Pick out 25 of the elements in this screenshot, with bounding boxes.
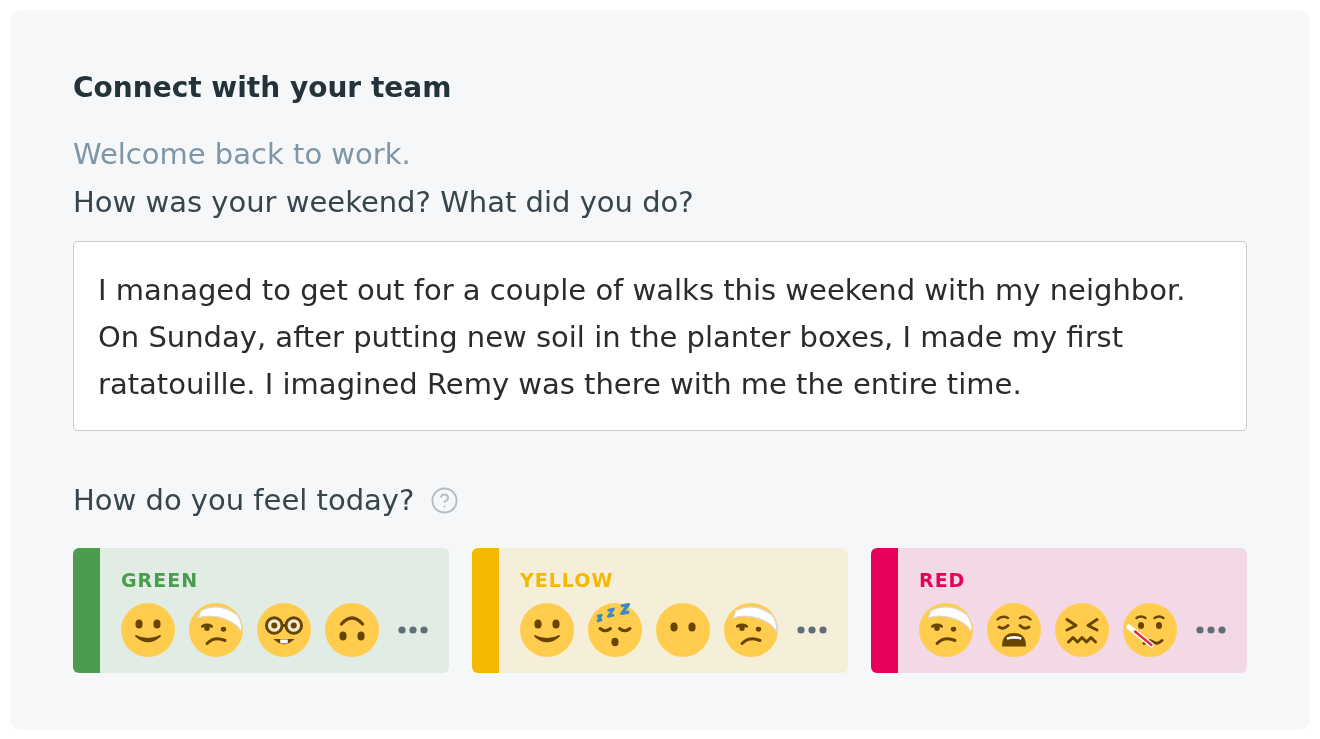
smiling-face-icon[interactable] bbox=[121, 603, 175, 657]
more-icon[interactable] bbox=[398, 626, 428, 634]
more-icon[interactable] bbox=[797, 626, 827, 634]
mood-question-label: How do you feel today? bbox=[73, 482, 415, 519]
intro-text: Welcome back to work. bbox=[73, 136, 411, 173]
nerd-face-icon[interactable] bbox=[257, 603, 311, 657]
panel-title: Connect with your team bbox=[73, 70, 452, 106]
question-label: How was your weekend? What did you do? bbox=[73, 184, 694, 221]
face-with-thermometer-icon[interactable] bbox=[1123, 603, 1177, 657]
face-without-mouth-icon[interactable] bbox=[656, 603, 710, 657]
mood-label: YELLOW bbox=[520, 569, 614, 591]
mood-label: GREEN bbox=[121, 569, 199, 591]
upside-down-face-icon[interactable] bbox=[325, 603, 379, 657]
mood-card[interactable]: RED bbox=[871, 548, 1247, 673]
bandaged-face-icon[interactable] bbox=[189, 603, 243, 657]
bandaged-face-icon[interactable] bbox=[724, 603, 778, 657]
mood-label: RED bbox=[919, 569, 966, 591]
mood-card[interactable]: GREEN bbox=[73, 548, 449, 673]
bandaged-face-icon[interactable] bbox=[919, 603, 973, 657]
smiling-face-icon[interactable] bbox=[520, 603, 574, 657]
weary-face-icon[interactable] bbox=[987, 603, 1041, 657]
more-icon[interactable] bbox=[1196, 626, 1226, 634]
sleeping-face-icon[interactable] bbox=[588, 603, 642, 657]
answer-field[interactable]: I managed to get out for a couple of walks this weekend with my neighbor. On Sunday, after putting new soil in the planter boxes, I made my first ratatouille. I imagined Remy was there with me the entire time. bbox=[73, 241, 1247, 431]
confounded-face-icon[interactable] bbox=[1055, 603, 1109, 657]
